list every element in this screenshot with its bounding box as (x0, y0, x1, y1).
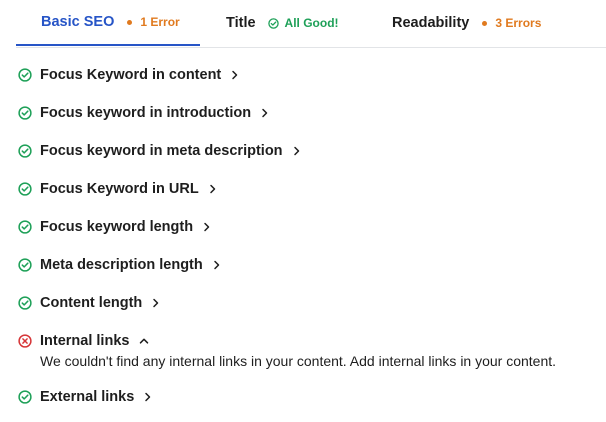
check-circle-icon (17, 106, 32, 121)
error-dot-icon (482, 20, 488, 26)
chevron-right-icon[interactable] (261, 108, 269, 118)
seo-check-item[interactable]: Focus Keyword in URL (17, 170, 606, 208)
seo-check-item[interactable]: Focus Keyword in content (17, 56, 606, 94)
check-label: Focus keyword length (40, 219, 194, 235)
seo-check-item[interactable]: Focus keyword in introduction (17, 94, 606, 132)
tab-readability[interactable]: Readability 3 Errors (392, 0, 541, 46)
check-circle-icon (17, 220, 32, 235)
check-circle-icon (267, 17, 279, 29)
check-label: Focus Keyword in content (40, 67, 222, 83)
chevron-right-icon[interactable] (213, 260, 221, 270)
tab-label: Readability (392, 15, 470, 31)
tab-basic-seo[interactable]: Basic SEO 1 Error (16, 0, 200, 46)
check-label: External links (40, 389, 135, 405)
check-label: Focus keyword in meta description (40, 143, 283, 159)
chevron-right-icon[interactable] (203, 222, 211, 232)
chevron-right-icon[interactable] (209, 184, 217, 194)
status-badge: 1 Error (127, 15, 180, 29)
check-label: Internal links (40, 333, 130, 349)
status-text: 3 Errors (495, 16, 542, 30)
check-label: Meta description length (40, 257, 203, 273)
status-badge: All Good! (267, 16, 339, 30)
check-circle-icon (17, 390, 32, 405)
seo-check-item[interactable]: Focus keyword in meta description (17, 132, 606, 170)
status-text: All Good! (284, 16, 339, 30)
chevron-up-icon[interactable] (139, 337, 149, 345)
check-circle-icon (17, 144, 32, 159)
chevron-right-icon[interactable] (293, 146, 301, 156)
chevron-right-icon[interactable] (152, 298, 160, 308)
tab-label: Title (226, 15, 256, 31)
chevron-right-icon[interactable] (144, 392, 152, 402)
chevron-right-icon[interactable] (231, 70, 239, 80)
seo-tab-bar: Basic SEO 1 Error Title All Good! Readab… (16, 0, 606, 48)
seo-check-list: Focus Keyword in content Focus keyword in… (17, 56, 606, 416)
error-dot-icon (127, 19, 133, 25)
check-label: Focus keyword in introduction (40, 105, 252, 121)
check-circle-icon (17, 258, 32, 273)
x-circle-icon (17, 334, 32, 349)
check-label: Focus Keyword in URL (40, 181, 199, 197)
seo-check-item[interactable]: Focus keyword length (17, 208, 606, 246)
check-circle-icon (17, 296, 32, 311)
check-circle-icon (17, 182, 32, 197)
tab-title[interactable]: Title All Good! (226, 0, 339, 46)
status-text: 1 Error (140, 15, 180, 29)
seo-check-item[interactable]: Internal links (17, 322, 606, 360)
check-circle-icon (17, 68, 32, 83)
status-badge: 3 Errors (482, 16, 541, 30)
check-label: Content length (40, 295, 143, 311)
seo-check-item[interactable]: Content length (17, 284, 606, 322)
seo-check-item[interactable]: Meta description length (17, 246, 606, 284)
tab-label: Basic SEO (41, 14, 115, 30)
seo-check-item[interactable]: External links (17, 378, 606, 416)
